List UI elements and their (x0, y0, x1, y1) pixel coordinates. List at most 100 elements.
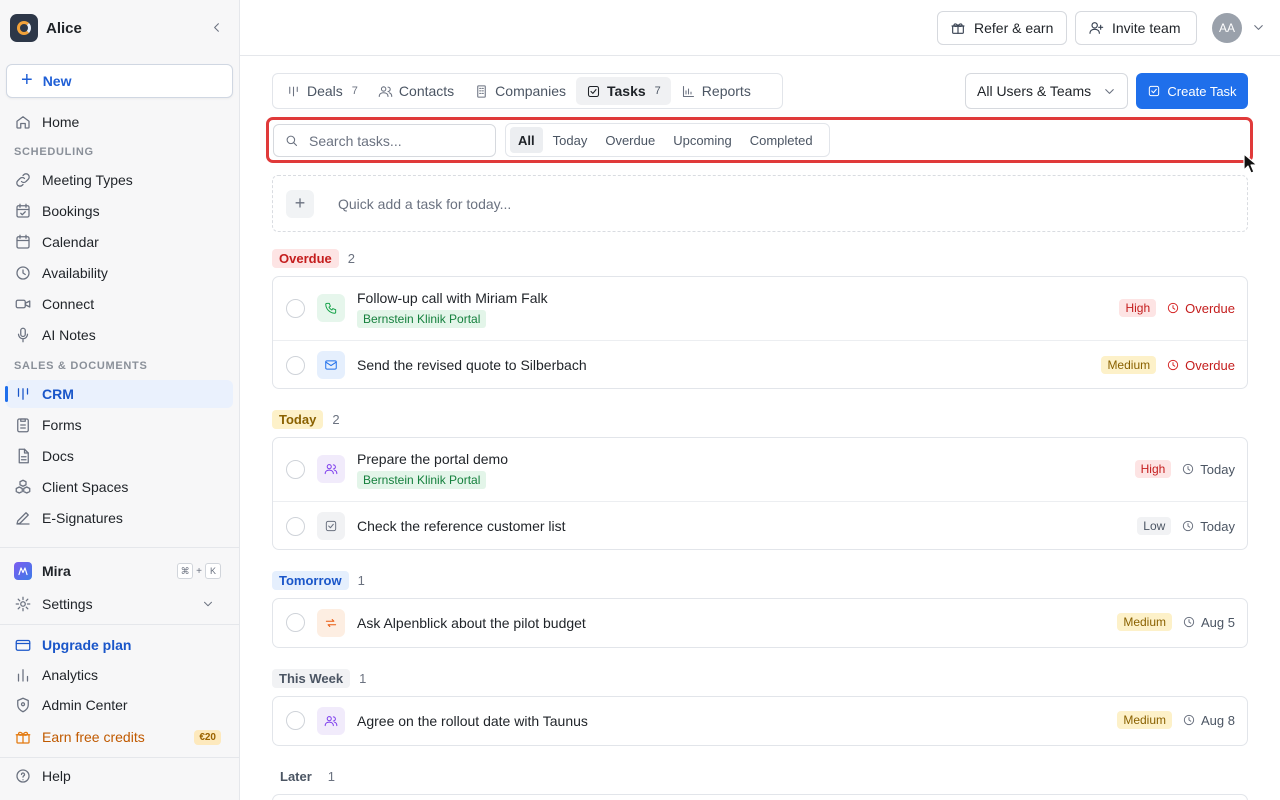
workspace-switcher[interactable]: Alice (10, 13, 230, 43)
task-meta: High Today (1134, 460, 1235, 478)
new-button[interactable]: + New (6, 64, 233, 98)
sidebar-item-meeting-types[interactable]: Meeting Types (6, 166, 233, 194)
task-row[interactable]: Ask Alpenblick about the pilot budget Me… (273, 599, 1247, 647)
group-today-label: Today 2 (272, 409, 340, 429)
task-group-today: Prepare the portal demo Bernstein Klinik… (272, 437, 1248, 550)
users-icon (317, 707, 345, 735)
task-checkbox[interactable] (286, 613, 305, 632)
workspace-name: Alice (46, 19, 82, 37)
document-icon (18, 448, 29, 464)
task-meta: Medium Aug 8 (1117, 711, 1235, 729)
sidebar-item-ai-notes[interactable]: AI Notes (6, 321, 233, 349)
shield-icon (17, 697, 29, 713)
sidebar-item-docs[interactable]: Docs (6, 442, 233, 470)
clock-icon (1183, 714, 1195, 726)
sidebar-item-calendar[interactable]: Calendar (6, 228, 233, 256)
filter-all[interactable]: All (510, 127, 543, 153)
clock-icon (16, 266, 30, 280)
task-row[interactable]: Follow-up call with Miriam Falk Bernstei… (273, 277, 1247, 340)
tab-contacts[interactable]: Contacts (368, 77, 464, 105)
bar-chart-icon (682, 85, 694, 97)
quick-add-placeholder: Quick add a task for today... (338, 195, 512, 212)
sidebar: Alice + New Home SCHEDULING Meeting Type… (0, 0, 240, 800)
video-icon (15, 299, 31, 309)
sidebar-item-earn-credits[interactable]: Earn free credits €20 (6, 723, 233, 751)
sidebar-item-forms[interactable]: Forms (6, 411, 233, 439)
due-date: Aug 5 (1182, 615, 1235, 630)
mira-icon (14, 562, 32, 580)
user-avatar[interactable]: AA (1212, 13, 1242, 43)
task-checkbox[interactable] (286, 460, 305, 479)
create-task-button[interactable]: Create Task (1136, 73, 1248, 109)
repeat-icon (317, 609, 345, 637)
task-group-overdue: Follow-up call with Miriam Falk Bernstei… (272, 276, 1248, 389)
group-tomorrow-label: Tomorrow 1 (272, 570, 365, 590)
search-input[interactable] (309, 132, 479, 149)
task-group-tomorrow: Ask Alpenblick about the pilot budget Me… (272, 598, 1248, 648)
pen-icon (16, 512, 30, 525)
sidebar-divider (0, 757, 239, 758)
sidebar-item-admin-center[interactable]: Admin Center (6, 691, 233, 719)
sidebar-item-home[interactable]: Home (6, 108, 233, 136)
sidebar-item-upgrade-plan[interactable]: Upgrade plan (6, 631, 233, 659)
task-tag[interactable]: Bernstein Klinik Portal (357, 471, 487, 489)
task-row[interactable]: Check the reference customer list Low To… (273, 501, 1247, 549)
collapse-sidebar-icon[interactable] (209, 20, 224, 35)
plus-icon[interactable]: + (286, 189, 314, 218)
task-checkbox[interactable] (286, 356, 305, 375)
refer-earn-button[interactable]: Refer & earn (937, 11, 1067, 45)
task-row[interactable]: Prepare the portal demo Bernstein Klinik… (273, 438, 1247, 501)
tab-tasks[interactable]: Tasks 7 (576, 77, 671, 105)
filter-overdue[interactable]: Overdue (597, 127, 663, 153)
tab-deals[interactable]: Deals 7 (276, 77, 368, 105)
task-meta: Medium Aug 5 (1117, 613, 1235, 631)
due-date: Overdue (1166, 301, 1235, 316)
workspace-logo-icon (10, 14, 38, 42)
task-meta: High Overdue (1119, 299, 1235, 317)
search-box[interactable] (273, 124, 496, 157)
sidebar-item-availability[interactable]: Availability (6, 259, 233, 287)
clock-icon (1183, 520, 1194, 532)
gift-icon (15, 731, 31, 744)
task-row[interactable]: Send the revised quote to Silberbach Med… (273, 340, 1247, 388)
priority-badge: High (1134, 460, 1172, 478)
sidebar-item-bookings[interactable]: Bookings (6, 197, 233, 225)
priority-badge: Medium (1117, 613, 1173, 631)
users-teams-select[interactable]: All Users & Teams (965, 73, 1128, 109)
filter-completed[interactable]: Completed (742, 127, 821, 153)
group-overdue-label: Overdue 2 (272, 248, 355, 268)
tab-companies[interactable]: Companies (464, 77, 576, 105)
sidebar-item-help[interactable]: Help (6, 762, 233, 790)
task-checkbox[interactable] (286, 711, 305, 730)
section-scheduling: SCHEDULING (14, 146, 94, 158)
sidebar-item-crm[interactable]: CRM (5, 380, 233, 408)
checkbox-icon (587, 85, 600, 97)
invite-team-button[interactable]: Invite team (1075, 11, 1197, 45)
sidebar-item-analytics[interactable]: Analytics (6, 661, 233, 689)
task-row[interactable]: Agree on the rollout date with Taunus Me… (273, 697, 1247, 745)
due-date: Overdue (1166, 358, 1235, 373)
mira-shortcut: ⌘ + K (177, 563, 221, 579)
sidebar-item-client-spaces[interactable]: Client Spaces (6, 473, 233, 501)
help-icon (16, 769, 30, 783)
gear-icon (15, 596, 31, 612)
building-icon (477, 84, 486, 98)
task-tag[interactable]: Bernstein Klinik Portal (357, 310, 487, 328)
filter-today[interactable]: Today (545, 127, 596, 153)
chevron-down-icon[interactable] (1251, 20, 1266, 35)
sidebar-divider (0, 547, 239, 548)
task-checkbox[interactable] (286, 299, 305, 318)
gift-icon (951, 23, 965, 34)
quick-add-task[interactable]: + Quick add a task for today... (272, 175, 1248, 232)
sidebar-item-settings[interactable]: Settings (6, 590, 233, 618)
sidebar-item-e-signatures[interactable]: E-Signatures (6, 504, 233, 532)
task-title: Check the reference customer list (357, 518, 566, 534)
sidebar-item-connect[interactable]: Connect (6, 290, 233, 318)
filter-upcoming[interactable]: Upcoming (665, 127, 740, 153)
checkbox-icon (317, 512, 345, 540)
tab-reports[interactable]: Reports (671, 77, 761, 105)
sidebar-item-mira[interactable]: Mira ⌘ + K (6, 557, 233, 585)
task-checkbox[interactable] (286, 517, 305, 536)
priority-badge: High (1119, 299, 1157, 317)
search-icon (286, 135, 298, 147)
